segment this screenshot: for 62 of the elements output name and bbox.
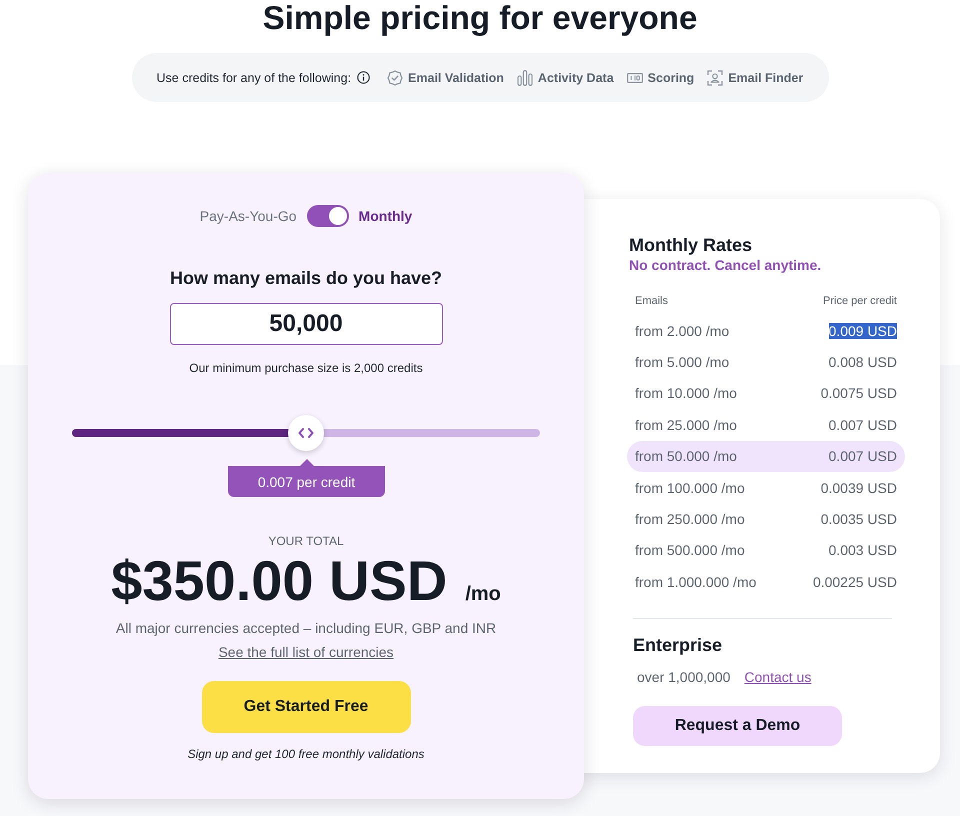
rate-price: 0.0075 USD	[820, 385, 897, 402]
person-scan-icon	[707, 70, 724, 86]
rate-row[interactable]: from 10.000 /mo 0.0075 USD	[627, 378, 905, 410]
rate-price: 0.007 USD	[828, 416, 897, 433]
price-tooltip: 0.007 per credit	[228, 459, 385, 497]
rate-emails: from 10.000 /mo	[635, 385, 737, 402]
rate-price: 0.008 USD	[828, 354, 897, 370]
rate-row[interactable]: from 100.000 /mo 0.0039 USD	[627, 472, 905, 504]
signup-note: Sign up and get 100 free monthly validations	[188, 746, 424, 762]
rate-row[interactable]: from 500.000 /mo 0.003 USD	[627, 534, 905, 566]
rates-subtitle: No contract. Cancel anytime.	[628, 256, 822, 274]
slider-track[interactable]	[72, 429, 540, 437]
rate-row[interactable]: from 50.000 /mo 0.007 USD	[627, 440, 905, 472]
rate-emails: from 250.000 /mo	[635, 511, 745, 528]
currencies-link[interactable]: See the full list of currencies	[218, 643, 394, 661]
price-period: /mo	[465, 583, 501, 606]
currencies-note: All major currencies accepted – including EUR, GBP and INR	[116, 619, 496, 637]
enterprise-volume: over 1,000,000	[637, 668, 730, 685]
rate-row[interactable]: from 1.000.000 /mo 0.00225 USD	[627, 566, 905, 598]
request-demo-button[interactable]: Request a Demo	[633, 706, 842, 746]
rate-price: 0.0039 USD	[820, 480, 897, 496]
slider-thumb[interactable]	[288, 415, 324, 451]
toggle-label[interactable]: Pay-As-You-Go	[200, 208, 297, 224]
rate-emails: from 5.000 /mo	[635, 354, 730, 370]
check-badge-icon	[387, 70, 404, 86]
rate-emails: from 100.000 /mo	[635, 480, 745, 496]
chevrons-icon	[298, 428, 314, 438]
rate-row[interactable]: from 250.000 /mo 0.0035 USD	[627, 503, 905, 535]
contact-link[interactable]: Contact us	[744, 668, 812, 685]
rate-emails: from 50.000 /mo	[635, 448, 737, 464]
rate-emails: from 1.000.000 /mo	[635, 574, 756, 590]
minimum-note: Our minimum purchase size is 2,000 credits	[189, 360, 423, 376]
rate-price: 0.009 USD	[828, 322, 897, 339]
rate-row[interactable]: from 25.000 /mo 0.007 USD	[627, 409, 905, 441]
total-label: YOUR TOTAL	[268, 533, 344, 549]
rate-row[interactable]: from 2.000 /mo 0.009 USD	[627, 315, 905, 346]
info-icon[interactable]	[357, 71, 370, 84]
column-header: Emails	[635, 295, 668, 307]
emails-input[interactable]: 50,000	[170, 303, 442, 345]
toggle-label[interactable]: Monthly	[358, 208, 412, 224]
enterprise-title: Enterprise	[633, 634, 724, 656]
rate-price: 0.00225 USD	[812, 574, 897, 590]
rates-title: Monthly Rates	[628, 234, 754, 256]
credits-intro: Use credits for any of the following:	[156, 70, 352, 84]
feature-label: Email Finder	[728, 70, 804, 84]
feature-label: Scoring	[648, 70, 694, 84]
rate-emails: from 25.000 /mo	[635, 416, 737, 433]
rate-emails: from 500.000 /mo	[635, 542, 745, 558]
get-started-button[interactable]: Get Started Free	[202, 681, 410, 733]
feature-label: Activity Data	[538, 70, 614, 84]
rate-price: 0.0035 USD	[820, 511, 897, 528]
rate-price: 0.007 USD	[828, 448, 897, 464]
rate-row[interactable]: from 5.000 /mo 0.008 USD	[627, 346, 905, 378]
rate-emails: from 2.000 /mo	[635, 322, 730, 339]
rate-price: 0.003 USD	[828, 542, 897, 558]
page-title: Simple pricing for everyone	[262, 0, 698, 36]
bar-chart-icon	[516, 70, 533, 86]
column-header: Price per credit	[823, 295, 897, 307]
question-heading: How many emails do you have?	[170, 267, 442, 289]
total-price: $350.00 USD	[111, 549, 448, 613]
billing-toggle[interactable]	[306, 205, 349, 227]
feature-label: Email Validation	[408, 70, 504, 84]
